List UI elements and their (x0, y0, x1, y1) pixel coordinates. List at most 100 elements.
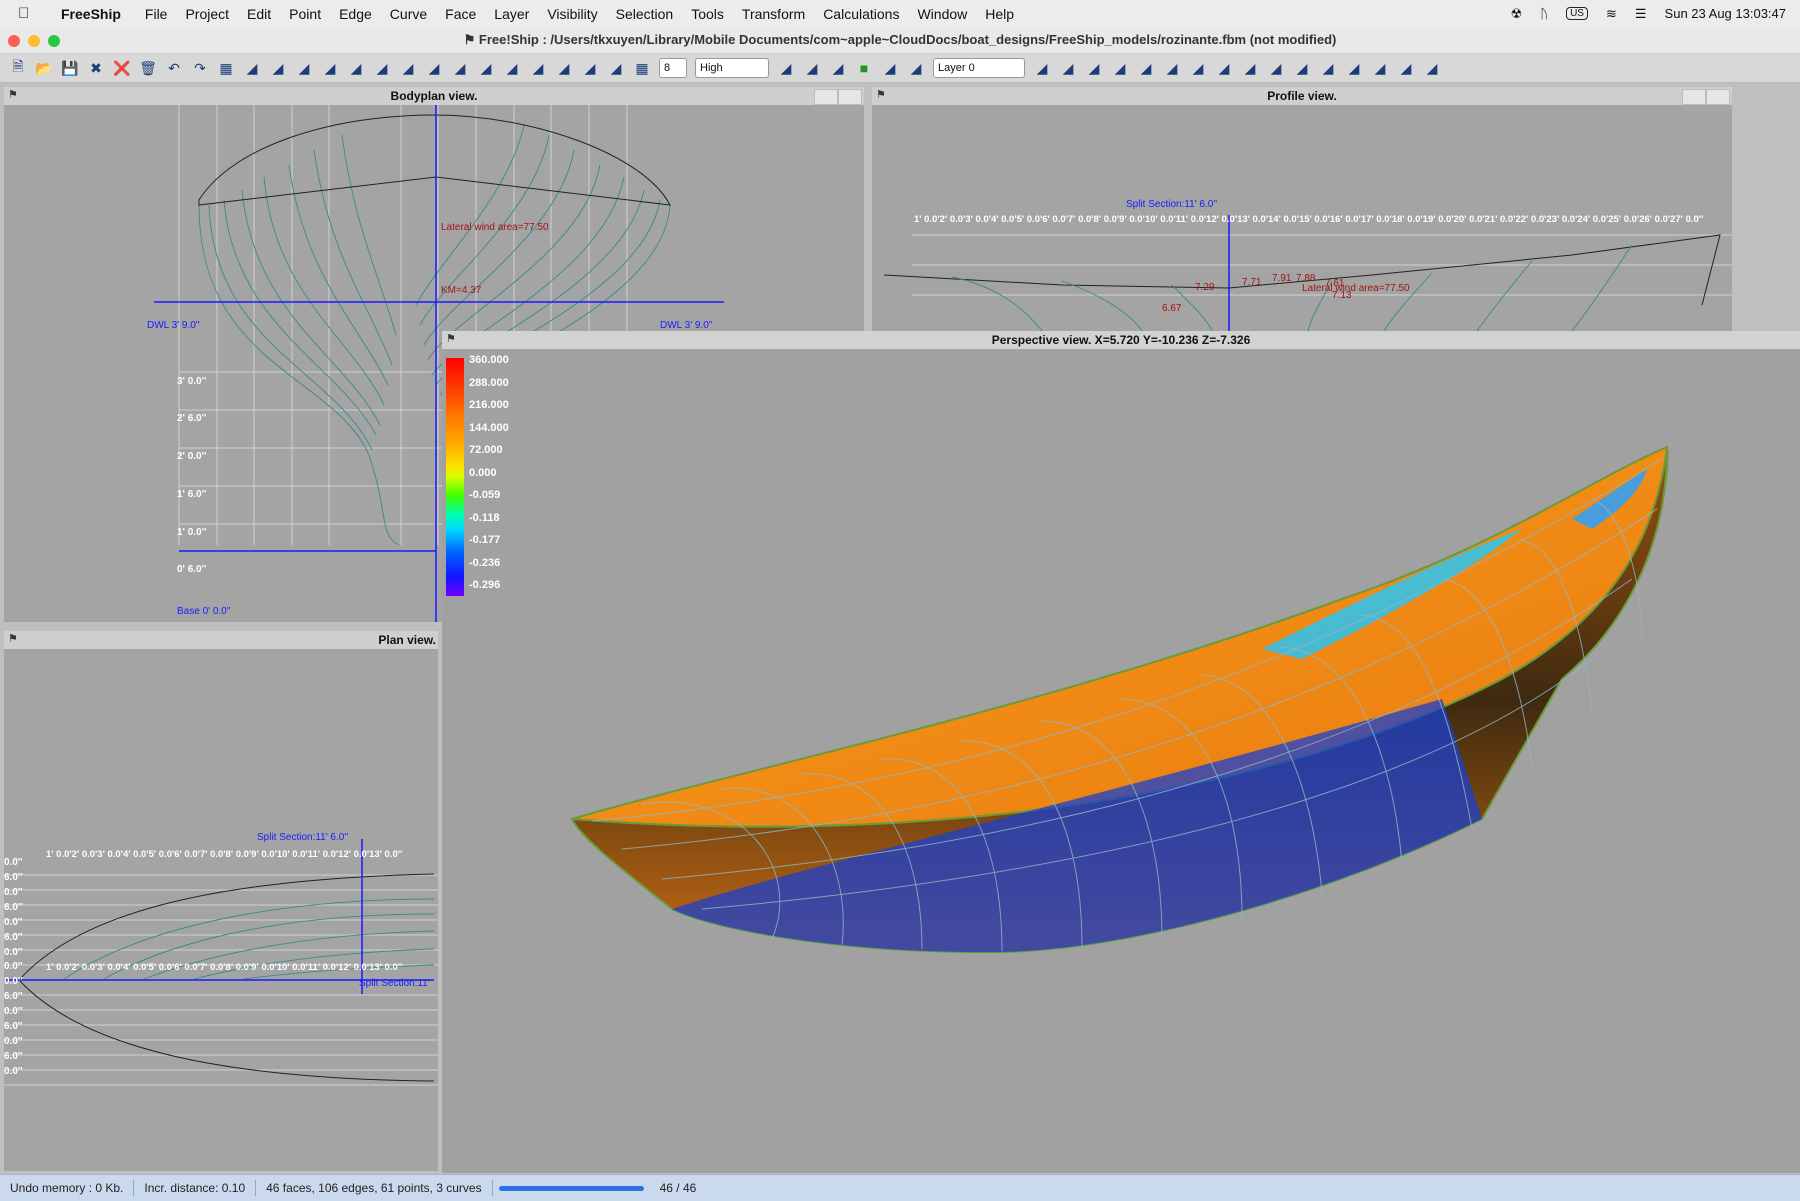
layer-visibility-icon[interactable]: ◢ (826, 57, 850, 79)
apple-icon[interactable]:  (18, 5, 38, 22)
spotlight-app-icon[interactable]: ☢ (1511, 6, 1523, 22)
insert-curve-icon[interactable]: ◢ (1264, 57, 1288, 79)
progress-text: 46 / 46 (659, 1181, 697, 1195)
layer-properties-icon[interactable]: ◢ (774, 57, 798, 79)
waterline-curves (951, 244, 1633, 331)
new-face-icon[interactable]: ◢ (1316, 57, 1340, 79)
menu-visibility[interactable]: Visibility (538, 6, 606, 22)
show-hydro-features-icon[interactable]: ◢ (474, 57, 498, 79)
split-section-label-top: Split Section:11' 6.0'' (257, 832, 349, 843)
precision-field[interactable]: 8 (659, 58, 687, 78)
pin-icon[interactable]: ⚑ (876, 89, 888, 101)
plan-canvas[interactable] (4, 649, 438, 1171)
curvature-shade-icon[interactable]: ◢ (552, 57, 576, 79)
pin-icon[interactable]: ⚑ (8, 89, 20, 101)
control-center-icon[interactable]: ☰ (1635, 6, 1647, 22)
offset-label: 6.0'' (4, 872, 23, 883)
hydrostatics-icon[interactable]: ◢ (1394, 57, 1418, 79)
unlock-points-icon[interactable]: ◢ (1134, 57, 1158, 79)
intersect-plane-icon[interactable]: ◢ (1290, 57, 1314, 79)
height-label: 2' 6.0'' (177, 413, 207, 424)
menu-selection[interactable]: Selection (607, 6, 683, 22)
app-window-icon: ⚑ (463, 32, 479, 47)
show-diagonals-icon[interactable]: ◢ (344, 57, 368, 79)
new-file-icon[interactable]: 🗎 (6, 57, 30, 79)
pin-icon[interactable]: ⚑ (446, 333, 458, 345)
view-option-button[interactable] (1706, 89, 1730, 105)
menu-edit[interactable]: Edit (238, 6, 280, 22)
redo-icon[interactable]: ↷ (188, 57, 212, 79)
delete-selection-icon[interactable]: ❌ (110, 57, 134, 79)
profile-view-header: Profile view. (872, 87, 1732, 105)
show-stations-icon[interactable]: ◢ (266, 57, 290, 79)
menu-app-name[interactable]: FreeShip (52, 6, 130, 22)
plan-view[interactable]: Plan view. ⚑ Split Section:11' 6.0'' 1' … (4, 631, 438, 1171)
view-option-button[interactable] (1682, 89, 1706, 105)
layer-select[interactable]: Layer 0 (933, 58, 1025, 78)
offset-label: 0.0'' (4, 1066, 23, 1077)
menu-project[interactable]: Project (176, 6, 238, 22)
menu-layer[interactable]: Layer (485, 6, 538, 22)
undo-icon[interactable]: ↶ (162, 57, 186, 79)
add-edge-icon[interactable]: ◢ (1082, 57, 1106, 79)
view-option-button[interactable] (838, 89, 862, 105)
quality-select[interactable]: High (695, 58, 769, 78)
add-layer-icon[interactable]: ◢ (800, 57, 824, 79)
unlock-all-icon[interactable]: ◢ (1160, 57, 1184, 79)
select-all-icon[interactable]: ◢ (1030, 57, 1054, 79)
clock[interactable]: Sun 23 Aug 13:03:47 (1665, 6, 1786, 21)
lock-points-icon[interactable]: ◢ (1108, 57, 1132, 79)
menu-face[interactable]: Face (436, 6, 485, 22)
zebra-shade-icon[interactable]: ◢ (578, 57, 602, 79)
show-waterlines-icon[interactable]: ◢ (318, 57, 342, 79)
height-label: 1' 0.0'' (177, 527, 207, 538)
save-icon[interactable]: 💾 (58, 57, 82, 79)
toolbar: 🗎 📂 💾 ✖ ❌ 🗑 ↶ ↷ ▦ ◢ ◢ ◢ ◢ ◢ ◢ ◢ ◢ ◢ ◢ ◢ ◢ ◢ ◢ ◢ ▦ 8 High ◢ ◢ ◢ ■ ◢ ◢ Laye… (0, 54, 1800, 83)
menu-help[interactable]: Help (976, 6, 1023, 22)
active-color-icon[interactable]: ■ (852, 57, 876, 79)
menu-transform[interactable]: Transform (733, 6, 814, 22)
show-buttocks-icon[interactable]: ◢ (292, 57, 316, 79)
show-normals-icon[interactable]: ◢ (396, 57, 420, 79)
close-file-icon[interactable]: ✖ (84, 57, 108, 79)
show-flowlines-2-icon[interactable]: ◢ (500, 57, 524, 79)
menu-window[interactable]: Window (908, 6, 976, 22)
open-file-icon[interactable]: 📂 (32, 57, 56, 79)
height-label: 1' 6.0'' (177, 489, 207, 500)
wifi-icon[interactable]: ≋ (1606, 6, 1617, 22)
trash-icon[interactable]: 🗑 (136, 57, 160, 79)
intersect-layers-icon[interactable]: ◢ (878, 57, 902, 79)
show-flowlines-icon[interactable]: ◢ (370, 57, 394, 79)
show-control-net-icon[interactable]: ▦ (214, 57, 238, 79)
legend-value: 360.000 (469, 354, 509, 366)
show-interior-edges-icon[interactable]: ◢ (240, 57, 264, 79)
mirror-layer-icon[interactable]: ◢ (904, 57, 928, 79)
bluetooth-icon[interactable]: ᚢ (1540, 6, 1548, 21)
grid-icon[interactable]: ▦ (630, 57, 654, 79)
subdivide-icon[interactable]: ◢ (1342, 57, 1366, 79)
menu-calculations[interactable]: Calculations (814, 6, 908, 22)
design-hydrostatics-icon[interactable]: ◢ (1368, 57, 1392, 79)
menu-file[interactable]: File (136, 6, 177, 22)
menu-edge[interactable]: Edge (330, 6, 381, 22)
show-curvature-icon[interactable]: ◢ (422, 57, 446, 79)
profile-view-title: Profile view. (1267, 89, 1337, 103)
menu-curve[interactable]: Curve (381, 6, 436, 22)
marker-label: 7.71 (1242, 277, 1262, 288)
keel-rudder-icon[interactable]: ◢ (1420, 57, 1444, 79)
menu-tools[interactable]: Tools (682, 6, 733, 22)
input-source-indicator[interactable]: US (1566, 7, 1588, 20)
fit-view-icon[interactable]: ◢ (1212, 57, 1236, 79)
show-markers-icon[interactable]: ◢ (448, 57, 472, 79)
menu-point[interactable]: Point (280, 6, 330, 22)
shade-mode-icon[interactable]: ◢ (526, 57, 550, 79)
perspective-view[interactable]: Perspective view. X=5.720 Y=-10.236 Z=-7… (442, 331, 1800, 1173)
extrude-icon[interactable]: ◢ (1238, 57, 1262, 79)
view-option-button[interactable] (814, 89, 838, 105)
add-point-icon[interactable]: ◢ (1056, 57, 1080, 79)
collapse-icon[interactable]: ◢ (1186, 57, 1210, 79)
profile-view[interactable]: Profile view. ⚑ Split Section:11' 6.0'' … (872, 87, 1732, 331)
develop-check-icon[interactable]: ◢ (604, 57, 628, 79)
pin-icon[interactable]: ⚑ (8, 633, 20, 645)
perspective-canvas[interactable] (442, 349, 1800, 1173)
